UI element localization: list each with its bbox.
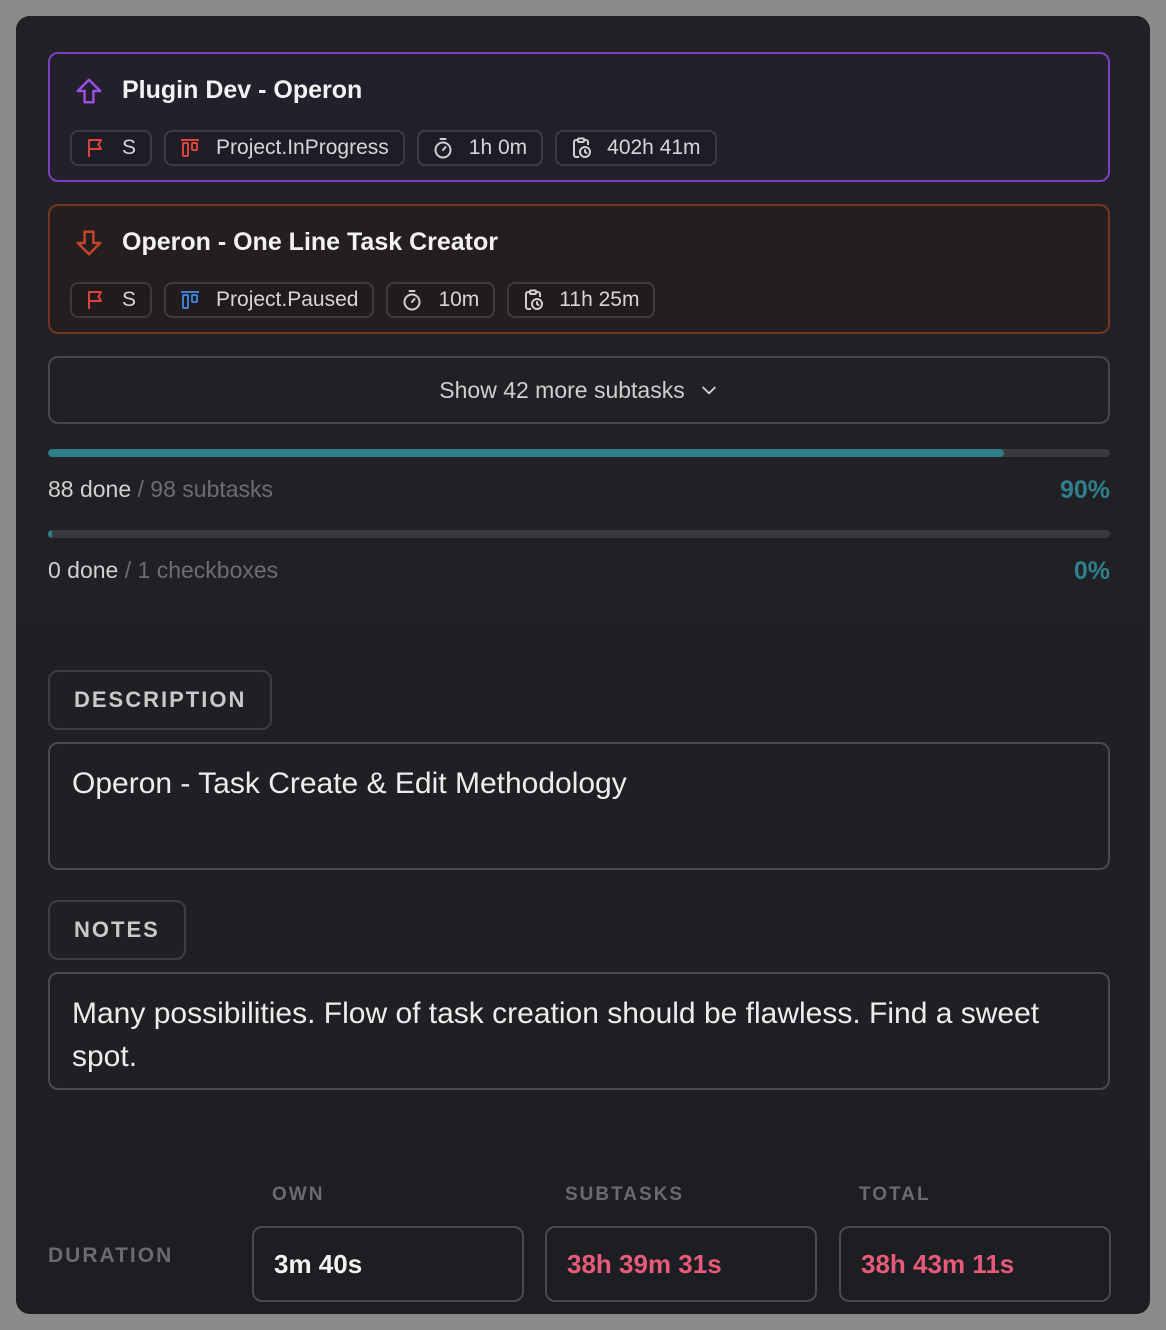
logged-time-chip[interactable]: 402h 41m [555, 130, 717, 166]
show-more-label: Show 42 more subtasks [439, 376, 685, 403]
timer-icon [403, 290, 421, 311]
subtask-title: Operon - One Line Task Creator [122, 228, 499, 256]
chevron-down-icon [701, 386, 716, 395]
notes-field[interactable]: Many possibilities. Flow of task creatio… [48, 972, 1110, 1090]
checkboxes-progress-bar [48, 530, 1110, 538]
logged-time-value: 11h 25m [559, 288, 640, 311]
subtasks-progress-fill [48, 449, 1004, 457]
logged-time-value: 402h 41m [607, 136, 701, 159]
subtasks-progress-bar [48, 449, 1110, 457]
subtask-title: Plugin Dev - Operon [122, 76, 363, 104]
priority-chip[interactable]: S [70, 282, 153, 318]
checkboxes-progress-fill [48, 530, 53, 538]
estimate-value: 10m [438, 288, 480, 311]
duration-label: DURATION [48, 1244, 174, 1267]
checkboxes-done: 0 done [48, 557, 119, 583]
priority-value: S [122, 136, 137, 159]
subtasks-percent: 90% [1059, 476, 1110, 504]
estimate-value: 1h 0m [468, 136, 528, 159]
timer-icon [434, 138, 452, 159]
duration-subtasks-field[interactable]: 38h 39m 31s [545, 1226, 817, 1302]
status-chip[interactable]: Project.InProgress [164, 130, 405, 166]
checkboxes-percent: 0% [1073, 557, 1110, 585]
logged-time-chip[interactable]: 11h 25m [507, 282, 656, 318]
subtasks-progress-stats: 88 done / 98 subtasks 90% [48, 476, 1110, 504]
status-value: Project.InProgress [216, 136, 389, 159]
arrow-down-icon [76, 230, 102, 256]
duration-column-total: TOTAL [859, 1184, 931, 1205]
checkboxes-progress-stats: 0 done / 1 checkboxes 0% [48, 557, 1110, 585]
priority-value: S [122, 288, 137, 311]
subtasks-done: 88 done [48, 476, 132, 502]
subtasks-section: Plugin Dev - Operon S Project.InProgress [16, 16, 1150, 619]
checkboxes-total: / 1 checkboxes [124, 557, 279, 583]
subtask-card-one-line-task-creator[interactable]: Operon - One Line Task Creator S Project… [48, 204, 1110, 334]
description-label: DESCRIPTION [48, 670, 273, 730]
show-more-subtasks-button[interactable]: Show 42 more subtasks [48, 356, 1110, 424]
subtask-card-plugin-dev[interactable]: Plugin Dev - Operon S Project.InProgress [48, 52, 1110, 182]
subtasks-total: / 98 subtasks [137, 476, 274, 502]
duration-column-subtasks: SUBTASKS [565, 1184, 685, 1205]
clipboard-clock-icon [573, 137, 592, 158]
flag-icon [88, 291, 102, 309]
estimate-chip[interactable]: 1h 0m [416, 130, 544, 166]
priority-chip[interactable]: S [70, 130, 153, 166]
clipboard-clock-icon [525, 289, 544, 310]
flag-icon [88, 139, 102, 157]
description-field[interactable]: Operon - Task Create & Edit Methodology [48, 742, 1110, 870]
task-detail-panel: Plugin Dev - Operon S Project.InProgress [16, 16, 1150, 1314]
duration-total-field[interactable]: 38h 43m 11s [839, 1226, 1111, 1302]
status-chip[interactable]: Project.Paused [164, 282, 375, 318]
status-value: Project.Paused [216, 288, 359, 311]
arrow-up-icon [76, 78, 102, 104]
kanban-icon [181, 139, 200, 157]
estimate-chip[interactable]: 10m [386, 282, 496, 318]
duration-column-own: OWN [272, 1184, 325, 1205]
duration-own-field[interactable]: 3m 40s [252, 1226, 524, 1302]
kanban-icon [181, 291, 200, 309]
notes-label: NOTES [48, 900, 186, 960]
